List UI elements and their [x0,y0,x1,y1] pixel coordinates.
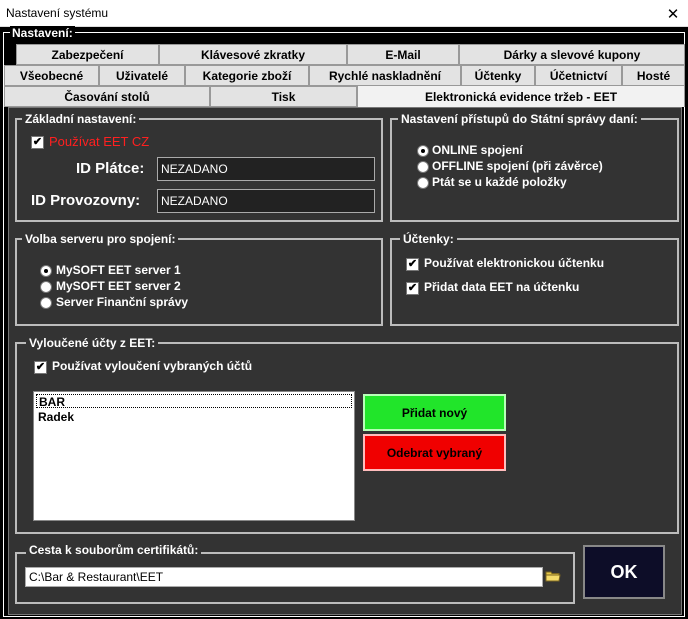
remove-account-button[interactable]: Odebrat vybraný [363,434,506,471]
close-button[interactable]: ✕ [658,0,688,27]
server-2-radio[interactable] [40,281,52,293]
excluded-accounts-list[interactable]: BAR Radek [33,391,355,521]
tab-hoste[interactable]: Hosté [622,65,685,86]
id-platce-field[interactable]: NEZADANO [157,157,375,181]
add-eet-data-checkbox[interactable]: ✔ [406,282,419,295]
certificates-path-field[interactable]: C:\Bar & Restaurant\EET [25,567,543,587]
id-provozovny-field[interactable]: NEZADANO [157,189,375,213]
electronic-receipt-label: Používat elektronickou účtenku [424,256,605,270]
certificates-legend: Cesta k souborům certifikátů: [26,543,202,557]
use-exclusion-checkbox[interactable]: ✔ [34,361,47,374]
tab-casovani-stolu[interactable]: Časování stolů [4,86,210,107]
use-eet-label: Používat EET CZ [49,134,150,149]
access-offline-radio[interactable] [417,161,429,173]
basic-settings-legend: Základní nastavení: [22,112,140,126]
access-online-radio[interactable] [417,145,429,157]
access-ask-radio[interactable] [417,177,429,189]
tab-uctenky[interactable]: Účtenky [461,65,535,86]
server-fs-radio[interactable] [40,297,52,309]
server-1-label: MySOFT EET server 1 [56,263,181,277]
tab-tisk[interactable]: Tisk [210,86,357,107]
electronic-receipt-checkbox[interactable]: ✔ [406,258,419,271]
use-eet-checkbox[interactable]: ✔ [31,136,44,149]
tab-darky[interactable]: Dárky a slevové kupony [459,44,685,65]
list-item[interactable]: BAR [36,394,352,409]
tab-uzivatele[interactable]: Uživatelé [99,65,185,86]
access-online-label: ONLINE spojení [432,143,523,157]
access-offline-label: OFFLINE spojení (při závěrce) [432,159,603,173]
add-account-button[interactable]: Přidat nový [363,394,506,431]
access-ask-label: Ptát se u každé položky [432,175,567,189]
id-platce-label: ID Plátce: [76,160,145,177]
tab-vseobecne[interactable]: Všeobecné [4,65,99,86]
use-exclusion-label: Používat vyloučení vybraných účtů [52,359,253,373]
server-1-radio[interactable] [40,265,52,277]
folder-icon[interactable] [544,567,562,585]
tab-klavesove-zkratky[interactable]: Klávesové zkratky [159,44,347,65]
tab-kategorie-zbozi[interactable]: Kategorie zboží [185,65,309,86]
tab-zabezpeceni[interactable]: Zabezpečení [16,44,159,65]
access-settings-legend: Nastavení přístupů do Státní správy daní… [398,112,641,126]
window-title: Nastavení systému [6,6,109,20]
add-eet-data-label: Přidat data EET na účtenku [424,280,580,294]
server-fs-label: Server Finanční správy [56,295,189,309]
list-item[interactable]: Radek [36,410,352,424]
tab-eet[interactable]: Elektronická evidence tržeb - EET [357,85,685,107]
tab-ucetnictvi[interactable]: Účetnictví [535,65,622,86]
server-legend: Volba serveru pro spojení: [22,232,179,246]
excluded-accounts-legend: Vyloučené účty z EET: [26,336,159,350]
settings-legend: Nastavení: [10,26,75,40]
tab-email[interactable]: E-Mail [347,44,459,65]
ok-button[interactable]: OK [583,545,665,599]
receipts-legend: Účtenky: [400,232,457,246]
title-bar: Nastavení systému ✕ [0,0,688,27]
id-provozovny-label: ID Provozovny: [31,192,141,209]
tab-rychle-naskladneni[interactable]: Rychlé naskladnění [309,65,461,86]
server-2-label: MySOFT EET server 2 [56,279,181,293]
